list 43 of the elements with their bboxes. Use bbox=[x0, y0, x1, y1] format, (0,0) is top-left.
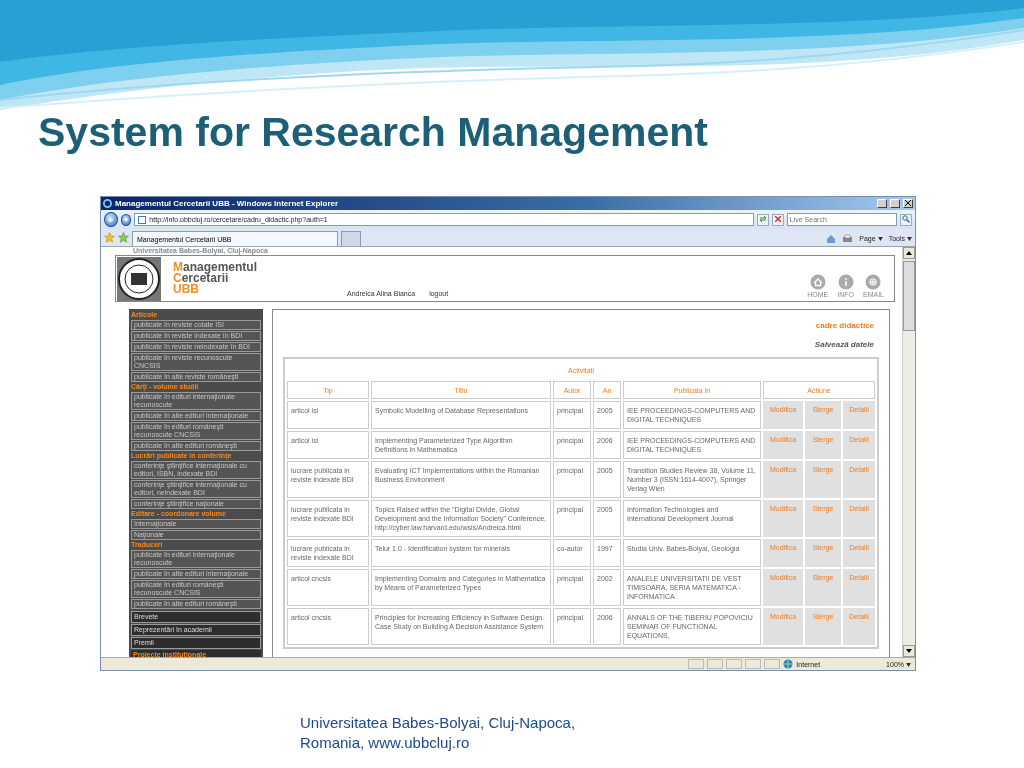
arrows-icon bbox=[759, 214, 768, 223]
up-arrow-icon bbox=[906, 251, 912, 255]
scroll-down-button[interactable] bbox=[903, 645, 915, 657]
status-pane bbox=[764, 659, 781, 669]
search-button[interactable] bbox=[900, 213, 912, 226]
slide-title: System for Research Management bbox=[38, 108, 709, 156]
status-pane bbox=[688, 659, 705, 669]
caret-icon bbox=[907, 237, 912, 241]
maximize-button[interactable] bbox=[890, 199, 900, 208]
status-pane bbox=[726, 659, 743, 669]
section-title: cadre didactice bbox=[815, 321, 874, 330]
forward-arrow-icon bbox=[122, 216, 130, 223]
home-icon bbox=[809, 274, 826, 290]
down-arrow-icon bbox=[906, 649, 912, 653]
save-link[interactable]: Salvează datele bbox=[814, 340, 874, 349]
scroll-up-button[interactable] bbox=[903, 247, 915, 259]
printer-icon[interactable] bbox=[842, 233, 854, 244]
status-pane bbox=[745, 659, 762, 669]
caret-icon bbox=[906, 662, 911, 667]
logo-text: Managementul bbox=[173, 262, 257, 273]
stop-button[interactable] bbox=[772, 213, 784, 226]
info-icon bbox=[837, 274, 854, 290]
university-seal-icon bbox=[117, 257, 161, 301]
logo-text: Cercetarii bbox=[173, 273, 229, 284]
globe-icon bbox=[783, 659, 794, 669]
logo-text: UBB bbox=[173, 284, 200, 295]
favorites-star-icon[interactable] bbox=[104, 232, 115, 243]
close-button[interactable] bbox=[903, 199, 913, 208]
footer-text: Universitatea Babes-Bolyai, Cluj-Napoca, bbox=[300, 713, 577, 733]
browser-logo-icon bbox=[103, 199, 112, 208]
at-sign-icon bbox=[865, 274, 882, 290]
back-arrow-icon bbox=[106, 215, 115, 224]
caret-icon bbox=[877, 237, 883, 241]
footer-text: Romania, www.ubbcluj.ro bbox=[300, 733, 471, 753]
window-title: Managementul Cercetarii UBB - Windows Internet Explorer bbox=[115, 199, 340, 208]
close-icon bbox=[774, 215, 781, 222]
home-icon[interactable] bbox=[826, 233, 837, 244]
status-pane bbox=[707, 659, 724, 669]
minimize-button[interactable] bbox=[877, 199, 887, 208]
scrollbar-thumb[interactable] bbox=[903, 261, 915, 331]
back-button[interactable] bbox=[104, 212, 118, 227]
refresh-button[interactable] bbox=[757, 213, 770, 226]
forward-button[interactable] bbox=[120, 213, 132, 226]
